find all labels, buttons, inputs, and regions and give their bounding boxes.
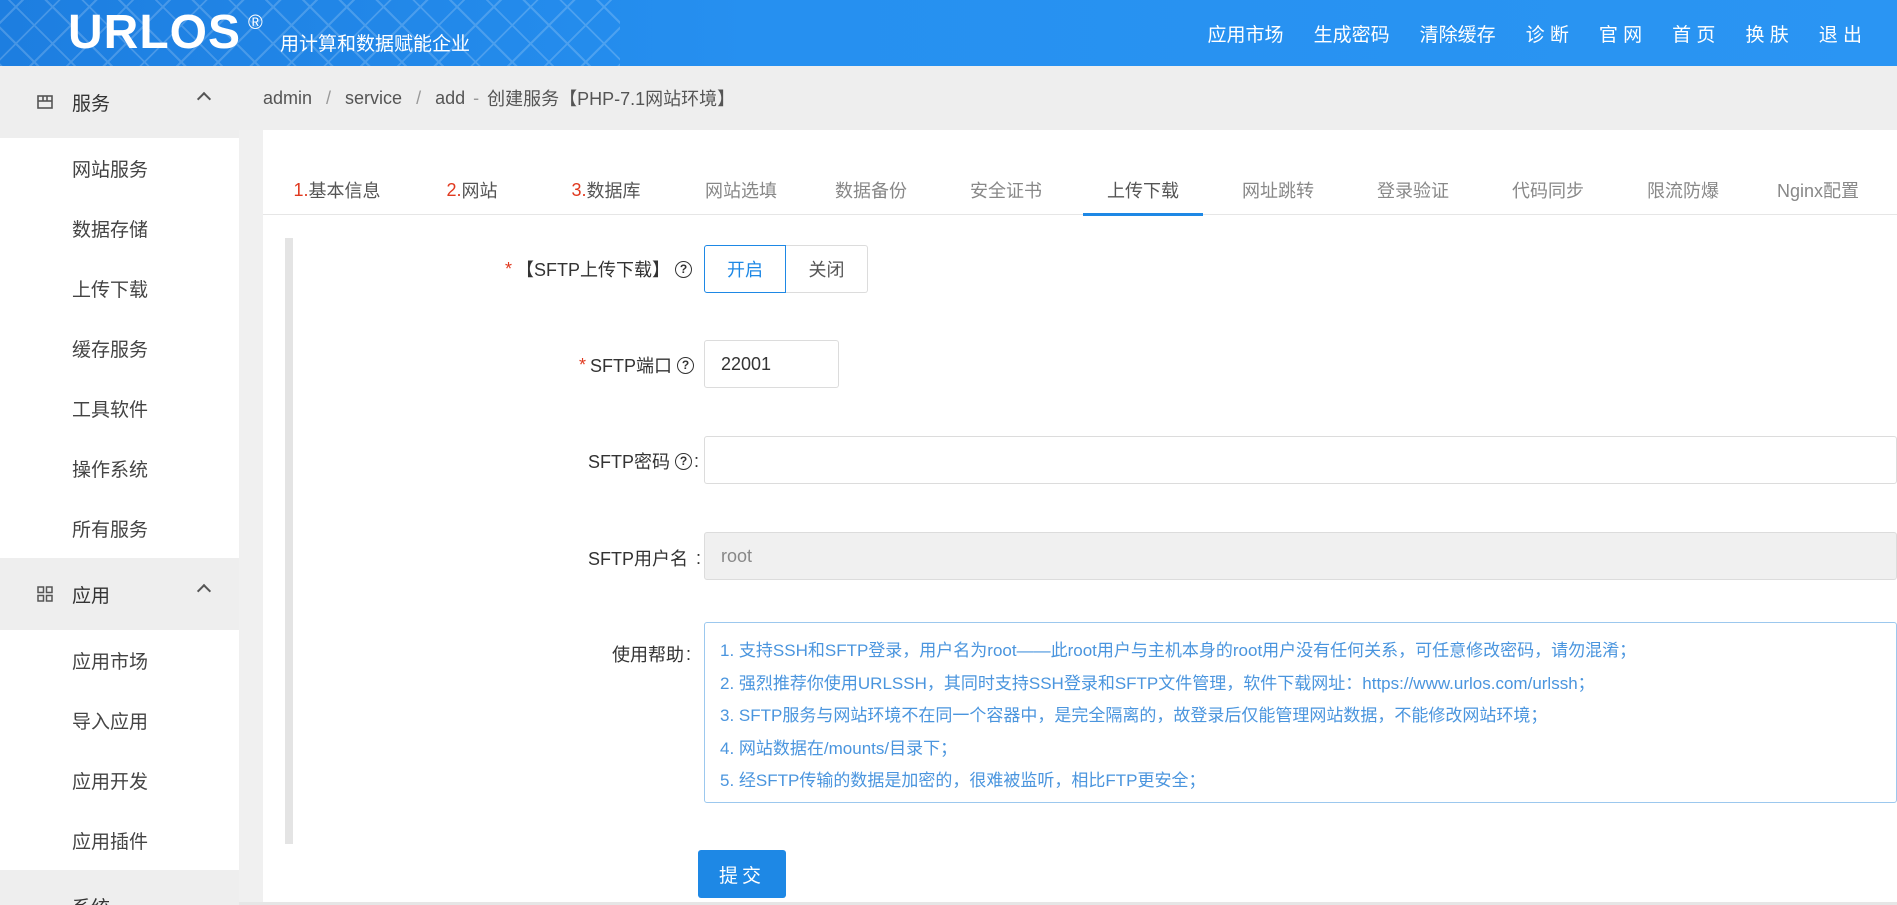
sidebar-group-system[interactable]: 系统 [0, 870, 239, 905]
help-question-icon[interactable]: ? [675, 452, 693, 470]
tab-bar: 1. 基本信息 2. 网站 3. 数据库 网站选填 数据备份 安全证书 上传下载 网址… [263, 165, 1897, 216]
sidebar-group-service[interactable]: 服务 [0, 66, 239, 138]
sidebar-group-app[interactable]: 应用 [0, 558, 239, 630]
top-nav: 应用市场 生成密码 清除缓存 诊 断 官 网 首 页 换 肤 退 出 [1193, 0, 1877, 66]
tab-url-redirect[interactable]: 网址跳转 [1203, 165, 1353, 215]
nav-clear-cache[interactable]: 清除缓存 [1420, 20, 1496, 47]
sftp-port-label: * SFTP端口 ? [579, 352, 695, 378]
sidebar-item-website-service[interactable]: 网站服务 [0, 138, 239, 198]
tab-website[interactable]: 2. 网站 [411, 165, 533, 215]
tab-data-backup[interactable]: 数据备份 [803, 165, 939, 215]
nav-home[interactable]: 首 页 [1672, 20, 1715, 47]
breadcrumb-item[interactable]: admin [263, 88, 312, 109]
required-star: * [579, 354, 587, 375]
sftp-toggle-label: * 【SFTP上传下载】 ? [505, 256, 693, 282]
breadcrumb-separator: / [416, 87, 422, 108]
sftp-username-label: SFTP用户名 : [588, 547, 702, 570]
chevron-up-icon [196, 91, 212, 107]
sidebar-item-import-app[interactable]: 导入应用 [0, 690, 239, 750]
help-line: 2. 强烈推荐你使用URLSSH，其同时支持SSH登录和SFTP文件管理，软件下… [720, 673, 1595, 693]
breadcrumb-item: add [435, 87, 466, 108]
form-left-bar [285, 238, 293, 844]
sidebar-group-label: 应用 [72, 585, 111, 607]
breadcrumb-separator: / [326, 87, 332, 108]
chevron-up-icon [196, 583, 212, 599]
top-header: URLOS ® 用计算和数据赋能企业 应用市场 生成密码 清除缓存 诊 断 官 … [0, 0, 1897, 66]
sidebar-item-app-market[interactable]: 应用市场 [0, 630, 239, 690]
sidebar-item-operating-system[interactable]: 操作系统 [0, 438, 239, 498]
sftp-off-button[interactable]: 关闭 [786, 245, 868, 293]
sidebar-item-all-services[interactable]: 所有服务 [0, 498, 239, 558]
tab-ssl-cert[interactable]: 安全证书 [939, 165, 1073, 215]
nav-official-site[interactable]: 官 网 [1599, 20, 1642, 47]
sftp-toggle: 开启 关闭 [704, 245, 868, 293]
tab-nginx-config[interactable]: Nginx配置 [1743, 165, 1893, 215]
sftp-password-input[interactable] [704, 436, 1897, 484]
nav-logout[interactable]: 退 出 [1819, 20, 1862, 47]
sftp-port-input[interactable]: 22001 [704, 340, 839, 388]
logo-registered-mark: ® [248, 12, 263, 34]
sidebar-item-tool-software[interactable]: 工具软件 [0, 378, 239, 438]
help-textarea[interactable]: 1. 支持SSH和SFTP登录，用户名为root——此root用户与主机本身的r… [704, 622, 1897, 803]
nav-skin[interactable]: 换 肤 [1745, 20, 1788, 47]
nav-generate-password[interactable]: 生成密码 [1314, 20, 1390, 47]
logo[interactable]: URLOS [68, 8, 241, 58]
sidebar-item-cache-service[interactable]: 缓存服务 [0, 318, 239, 378]
sidebar-group-label: 系统 [72, 893, 110, 905]
sidebar-item-app-plugin[interactable]: 应用插件 [0, 810, 239, 870]
tab-upload-download[interactable]: 上传下载 [1083, 165, 1203, 216]
tab-code-sync[interactable]: 代码同步 [1473, 165, 1623, 215]
system-icon [36, 897, 54, 905]
service-icon [36, 93, 54, 111]
submit-button[interactable]: 提交 [698, 850, 786, 898]
breadcrumb: admin / service / add - 创建服务【PHP-7.1网站环境… [239, 66, 1897, 130]
help-label: 使用帮助 : [612, 643, 692, 666]
help-line: 3. SFTP服务与网站环境不在同一个容器中，是完全隔离的，故登录后仅能管理网站… [720, 706, 1548, 725]
sidebar-item-upload-download[interactable]: 上传下载 [0, 258, 239, 318]
help-line: 4. 网站数据在/mounts/目录下； [720, 738, 958, 758]
tab-login-auth[interactable]: 登录验证 [1353, 165, 1473, 215]
breadcrumb-dash: - [473, 87, 480, 108]
breadcrumb-item[interactable]: service [345, 88, 402, 109]
grid-icon [36, 585, 54, 603]
slogan: 用计算和数据赋能企业 [280, 34, 471, 55]
sidebar-item-data-storage[interactable]: 数据存储 [0, 198, 239, 258]
nav-app-market[interactable]: 应用市场 [1208, 20, 1284, 47]
tab-website-optional[interactable]: 网站选填 [679, 165, 803, 215]
sidebar-group-label: 服务 [72, 93, 111, 115]
required-star: * [505, 258, 513, 279]
sftp-username-input: root [704, 532, 1897, 580]
sftp-on-button[interactable]: 开启 [704, 245, 786, 293]
help-line: 1. 支持SSH和SFTP登录，用户名为root——此root用户与主机本身的r… [720, 641, 1637, 660]
help-line: 5. 经SFTP传输的数据是加密的，很难被监听，相比FTP更安全； [720, 771, 1206, 790]
sidebar-item-app-dev[interactable]: 应用开发 [0, 750, 239, 810]
tab-basic-info[interactable]: 1. 基本信息 [263, 165, 411, 215]
breadcrumb-current: 创建服务【PHP-7.1网站环境】 [487, 89, 736, 109]
nav-diagnose[interactable]: 诊 断 [1526, 20, 1569, 47]
tab-database[interactable]: 3. 数据库 [533, 165, 679, 215]
help-question-icon[interactable]: ? [675, 260, 693, 278]
sftp-password-label: SFTP密码 ? : [588, 450, 700, 473]
tab-rate-limit[interactable]: 限流防爆 [1623, 165, 1743, 215]
help-question-icon[interactable]: ? [677, 356, 695, 374]
sidebar: 服务 网站服务 数据存储 上传下载 缓存服务 工具软件 操作系统 所有服务 应用… [0, 66, 239, 905]
